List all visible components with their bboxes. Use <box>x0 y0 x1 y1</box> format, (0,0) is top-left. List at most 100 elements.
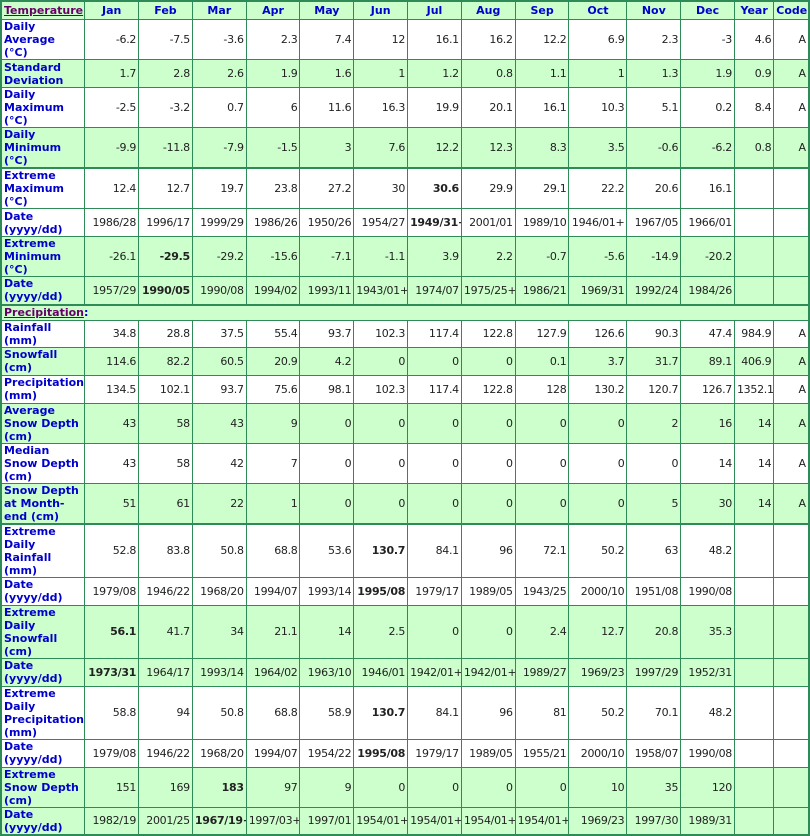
cell-feb: 58 <box>138 402 193 444</box>
cell-code: A <box>773 346 810 376</box>
cell-may: 0 <box>299 482 355 524</box>
cell-may: 53.6 <box>299 522 355 578</box>
cell-jul: 1.2 <box>407 59 462 88</box>
cell-may: -7.1 <box>299 236 355 277</box>
cell-code <box>773 236 810 277</box>
cell-jul: 19.9 <box>407 87 462 128</box>
cell-feb: 61 <box>138 482 193 524</box>
cell-nov: -0.6 <box>626 127 682 169</box>
row-label: Rainfall (mm) <box>0 319 86 348</box>
precipitation-link[interactable]: Precipitation <box>4 306 84 319</box>
cell-may: 58.9 <box>299 685 355 740</box>
cell-jan: 1957/29 <box>84 276 140 305</box>
col-header-feb: Feb <box>138 0 193 20</box>
cell-apr: -15.6 <box>245 236 301 277</box>
cell-apr: 2.3 <box>245 19 301 60</box>
cell-aug: 2.2 <box>460 236 516 277</box>
cell-jan: 34.8 <box>84 319 140 348</box>
temperature-row: Daily Maximum (°C) -2.5 -3.2 0.7 6 11.6 16.3 19… <box>0 87 810 128</box>
cell-year <box>733 167 775 209</box>
cell-jun: 1954/01+ <box>353 806 409 836</box>
cell-nov: 2 <box>626 402 682 444</box>
cell-may: 93.7 <box>299 319 355 348</box>
cell-apr: 1964/02 <box>245 657 301 687</box>
precipitation-section-header-row: Precipitation: <box>0 303 810 321</box>
cell-sep: 1986/21 <box>514 276 570 305</box>
col-header-jul: Jul <box>407 0 462 20</box>
cell-mar: 42 <box>191 442 247 484</box>
precipitation-section: Precipitation: Rainfall (mm) 34.8 28.8 37.5… <box>0 303 810 836</box>
cell-may: 0 <box>299 442 355 484</box>
cell-may: 98.1 <box>299 374 355 404</box>
row-label: Extreme Minimum (°C) <box>0 236 86 277</box>
cell-code: A <box>773 87 810 128</box>
cell-code <box>773 685 810 740</box>
cell-mar: 22 <box>191 482 247 524</box>
cell-mar: 50.8 <box>191 522 247 578</box>
cell-sep: 2.4 <box>514 604 570 659</box>
cell-oct: 1 <box>568 59 628 88</box>
col-header-mar: Mar <box>191 0 247 20</box>
temperature-link[interactable]: Temperature <box>4 4 83 17</box>
row-label: Date (yyyy/dd) <box>0 806 86 836</box>
cell-may: 11.6 <box>299 87 355 128</box>
cell-dec: 16.1 <box>680 167 735 209</box>
cell-nov: 1967/05 <box>626 208 682 237</box>
cell-mar: 50.8 <box>191 685 247 740</box>
cell-feb: 28.8 <box>138 319 193 348</box>
cell-feb: 1946/22 <box>138 576 193 606</box>
cell-may: 1993/14 <box>299 576 355 606</box>
cell-mar: 1968/20 <box>191 738 247 768</box>
cell-nov: 1992/24 <box>626 276 682 305</box>
cell-jul: 1949/31+ <box>407 208 462 237</box>
cell-year <box>733 685 775 740</box>
cell-year <box>733 738 775 768</box>
row-label: Median Snow Depth (cm) <box>0 442 86 484</box>
cell-jan: 134.5 <box>84 374 140 404</box>
cell-dec: 1990/08 <box>680 576 735 606</box>
temperature-section: Daily Average (°C) -6.2 -7.5 -3.6 2.3 7.4 12 16… <box>0 19 810 305</box>
cell-sep: 1.1 <box>514 59 570 88</box>
precipitation-section-header: Precipitation: <box>0 303 810 321</box>
cell-jun: 1 <box>353 59 409 88</box>
col-header-year: Year <box>733 0 775 20</box>
temperature-row: Date (yyyy/dd) 1957/29 1990/05 1990/08 1994/… <box>0 276 810 305</box>
cell-code: A <box>773 59 810 88</box>
cell-jul: 3.9 <box>407 236 462 277</box>
cell-oct: 0 <box>568 402 628 444</box>
cell-jun: 102.3 <box>353 374 409 404</box>
cell-sep: 29.1 <box>514 167 570 209</box>
cell-year: 14 <box>733 402 775 444</box>
cell-apr: 21.1 <box>245 604 301 659</box>
cell-sep: 0 <box>514 766 570 808</box>
temperature-row: Date (yyyy/dd) 1986/28 1996/17 1999/29 1986/… <box>0 208 810 237</box>
cell-feb: 102.1 <box>138 374 193 404</box>
cell-feb: 2.8 <box>138 59 193 88</box>
cell-sep: 12.2 <box>514 19 570 60</box>
cell-aug: 0 <box>460 766 516 808</box>
cell-nov: -14.9 <box>626 236 682 277</box>
cell-nov: 1997/29 <box>626 657 682 687</box>
cell-may: 3 <box>299 127 355 169</box>
cell-year <box>733 236 775 277</box>
cell-jun: 1946/01 <box>353 657 409 687</box>
cell-dec: 30 <box>680 482 735 524</box>
cell-code: A <box>773 127 810 169</box>
cell-sep: 127.9 <box>514 319 570 348</box>
col-header-may: May <box>299 0 355 20</box>
cell-year <box>733 208 775 237</box>
cell-code: A <box>773 374 810 404</box>
cell-jan: 1986/28 <box>84 208 140 237</box>
precipitation-row: Extreme Daily Rainfall (mm) 52.8 83.8 50.8 6… <box>0 522 810 578</box>
row-label: Date (yyyy/dd) <box>0 657 86 687</box>
cell-oct: 1969/31 <box>568 276 628 305</box>
cell-aug: 122.8 <box>460 319 516 348</box>
cell-apr: 1986/26 <box>245 208 301 237</box>
cell-code <box>773 208 810 237</box>
cell-feb: 1996/17 <box>138 208 193 237</box>
cell-jan: 52.8 <box>84 522 140 578</box>
temperature-row: Daily Minimum (°C) -9.9 -11.8 -7.9 -1.5 3 7.6 1… <box>0 127 810 169</box>
climate-normals-table: Temperature: Jan Feb Mar Apr May Jun Jul… <box>0 0 810 836</box>
cell-may: 1997/01 <box>299 806 355 836</box>
precipitation-row: Average Snow Depth (cm) 43 58 43 9 0 0 0 0 0 0 2 16 1… <box>0 402 810 444</box>
